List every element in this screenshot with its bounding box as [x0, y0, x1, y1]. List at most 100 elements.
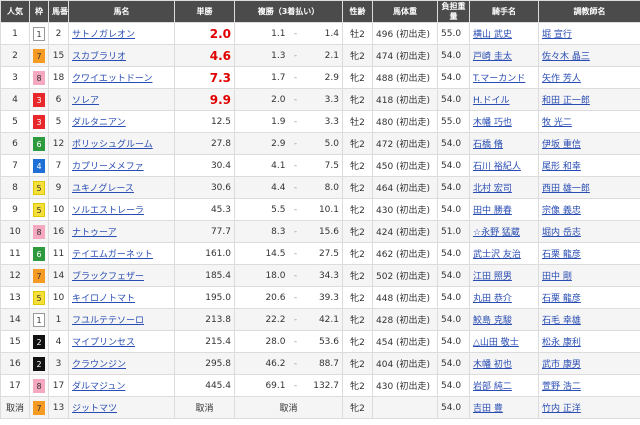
horse-name-link[interactable]: スカブラリオ [72, 52, 126, 62]
win-odds-cell: 9.9 [174, 88, 235, 111]
place-odds-high: 1.4 [302, 22, 343, 45]
trainer-name-link[interactable]: 佐々木 晶三 [542, 52, 590, 62]
jockey-name-link[interactable]: 木幡 初也 [473, 360, 512, 370]
sex-age-cell: 牝2 [342, 88, 373, 111]
place-odds-high: 27.5 [302, 242, 343, 265]
jockey-name-link[interactable]: 横山 武史 [473, 30, 512, 40]
trainer-name: 竹内 正洋 [538, 396, 640, 419]
trainer-name-link[interactable]: 牧 光二 [542, 118, 572, 128]
trainer-name-link[interactable]: 堀 宣行 [542, 30, 572, 40]
horse-name-link[interactable]: ソルエストレーラ [72, 206, 144, 216]
place-odds-low: 8.3 [234, 220, 289, 243]
horse-number-cell: 15 [48, 44, 69, 67]
jockey-name-link[interactable]: 北村 宏司 [473, 184, 512, 194]
win-odds-cell: 77.7 [174, 220, 235, 243]
jockey-name: 丸田 恭介 [469, 286, 539, 309]
jockey-name: T.マーカンド [469, 66, 539, 89]
rank-cell: 11 [0, 242, 30, 265]
trainer-name-link[interactable]: 宗像 義忠 [542, 206, 581, 216]
trainer-name-link[interactable]: 堀内 岳志 [542, 228, 581, 238]
jockey-name-link[interactable]: 岩部 純二 [473, 382, 512, 392]
jockey-name-link[interactable]: ☆永野 猛蔵 [473, 228, 520, 238]
jockey-name-link[interactable]: 吉田 豊 [473, 404, 503, 414]
horse-name-link[interactable]: クラウンジン [72, 360, 126, 370]
trainer-name: 堀 宣行 [538, 22, 640, 45]
horse-name-link[interactable]: サトノガレオン [72, 30, 135, 40]
horse-name-link[interactable]: カプリーメメファ [72, 162, 144, 172]
gate-cell: 8 [29, 220, 49, 243]
trainer-name-link[interactable]: 尾形 和幸 [542, 162, 581, 172]
win-odds-cell: 12.5 [174, 110, 235, 133]
trainer-name-link[interactable]: 矢作 芳人 [542, 74, 581, 84]
trainer-name-link[interactable]: 伊坂 重信 [542, 140, 581, 150]
horse-name: ソルエストレーラ [68, 198, 175, 221]
horse-name-link[interactable]: ポリッシュグルーム [72, 140, 153, 150]
jockey-name-link[interactable]: H.ドイル [473, 96, 509, 106]
body-weight-cell: 424 (初出走) [372, 220, 438, 243]
jockey-name-link[interactable]: △山田 敬士 [473, 338, 519, 348]
trainer-name-link[interactable]: 石栗 龍彦 [542, 250, 581, 260]
table-header-row: 人気 枠 馬番 馬名 単勝 複勝（3着払い） 性齢 馬体重 負担重量 騎手名 調… [0, 0, 640, 23]
table-row: 10 8 16 ナトゥーア 77.7 8.3-15.6 牝2 424 (初出走) 51.0 ☆永野… [0, 220, 640, 243]
gate-cell: 5 [29, 198, 49, 221]
place-odds-high: 5.0 [302, 132, 343, 155]
horse-name-link[interactable]: マイプリンセス [72, 338, 135, 348]
sex-age-cell: 牝2 [342, 308, 373, 331]
trainer-name-link[interactable]: 田中 剛 [542, 272, 572, 282]
body-weight-cell: 450 (初出走) [372, 154, 438, 177]
jockey-name-link[interactable]: 石川 裕紀人 [473, 162, 521, 172]
carried-weight-cell: 54.0 [437, 132, 470, 155]
horse-name-link[interactable]: ジットマツ [72, 404, 117, 414]
horse-name: ナトゥーア [68, 220, 175, 243]
jockey-name-link[interactable]: 武士沢 友治 [473, 250, 521, 260]
trainer-name-link[interactable]: 武市 康男 [542, 360, 581, 370]
gate-badge: 3 [33, 114, 45, 129]
table-row: 8 5 9 ユキノグレース 30.6 4.4-8.0 牝2 464 (初出走) 54.0 北村 宏… [0, 176, 640, 199]
horse-name: クラウンジン [68, 352, 175, 375]
body-weight-cell: 454 (初出走) [372, 330, 438, 353]
trainer-name-link[interactable]: 西田 雄一郎 [542, 184, 590, 194]
table-row: 15 2 4 マイプリンセス 215.4 28.0-53.6 牝2 454 (初出走) 54.0… [0, 330, 640, 353]
jockey-name: 北村 宏司 [469, 176, 539, 199]
jockey-name-link[interactable]: 木幡 巧也 [473, 118, 512, 128]
place-odds-low: 28.0 [234, 330, 289, 353]
trainer-name-link[interactable]: 萱野 浩二 [542, 382, 581, 392]
horse-name-link[interactable]: キイロノトマト [72, 294, 135, 304]
horse-name-link[interactable]: ブラックフェザー [72, 272, 144, 282]
sex-age-cell: 牝2 [342, 220, 373, 243]
jockey-name-link[interactable]: 戸崎 圭太 [473, 52, 512, 62]
trainer-name-link[interactable]: 和田 正一郎 [542, 96, 590, 106]
header-rank: 人気 [0, 0, 30, 23]
gate-badge: 2 [33, 356, 45, 371]
jockey-name-link[interactable]: 丸田 恭介 [473, 294, 512, 304]
gate-cell: 5 [29, 286, 49, 309]
horse-name-link[interactable]: ダルタニアン [72, 118, 126, 128]
rank-cell: 5 [0, 110, 30, 133]
trainer-name-link[interactable]: 石毛 幸雄 [542, 316, 581, 326]
jockey-name-link[interactable]: 田中 勝春 [473, 206, 512, 216]
trainer-name-link[interactable]: 竹内 正洋 [542, 404, 581, 414]
trainer-name-link[interactable]: 石栗 龍彦 [542, 294, 581, 304]
jockey-name-link[interactable]: T.マーカンド [473, 74, 525, 84]
horse-name-link[interactable]: クワイエットドーン [72, 74, 152, 84]
place-odds-low: 69.1 [234, 374, 289, 397]
jockey-name-link[interactable]: 江田 照男 [473, 272, 512, 282]
place-odds-high: 2.1 [302, 44, 343, 67]
header-gate: 枠 [29, 0, 49, 23]
body-weight-cell: 430 (初出走) [372, 374, 438, 397]
horse-name-link[interactable]: フユルテテソーロ [72, 316, 144, 326]
body-weight-cell: 472 (初出走) [372, 132, 438, 155]
jockey-name-link[interactable]: 鮫島 克駿 [473, 316, 512, 326]
jockey-name-link[interactable]: 石橋 脩 [473, 140, 503, 150]
gate-badge: 5 [33, 180, 45, 195]
horse-name-link[interactable]: ソレア [72, 96, 99, 106]
horse-name-link[interactable]: ダルマジュン [72, 382, 125, 392]
horse-name-link[interactable]: ユキノグレース [72, 184, 134, 194]
place-odds-separator: - [288, 242, 303, 265]
place-odds-high: 53.6 [302, 330, 343, 353]
place-odds-low: 14.5 [234, 242, 289, 265]
horse-name-link[interactable]: テイエムガーネット [72, 250, 153, 260]
trainer-name-link[interactable]: 松永 康利 [542, 338, 581, 348]
horse-name-link[interactable]: ナトゥーア [72, 228, 117, 238]
gate-badge: 8 [33, 70, 45, 85]
